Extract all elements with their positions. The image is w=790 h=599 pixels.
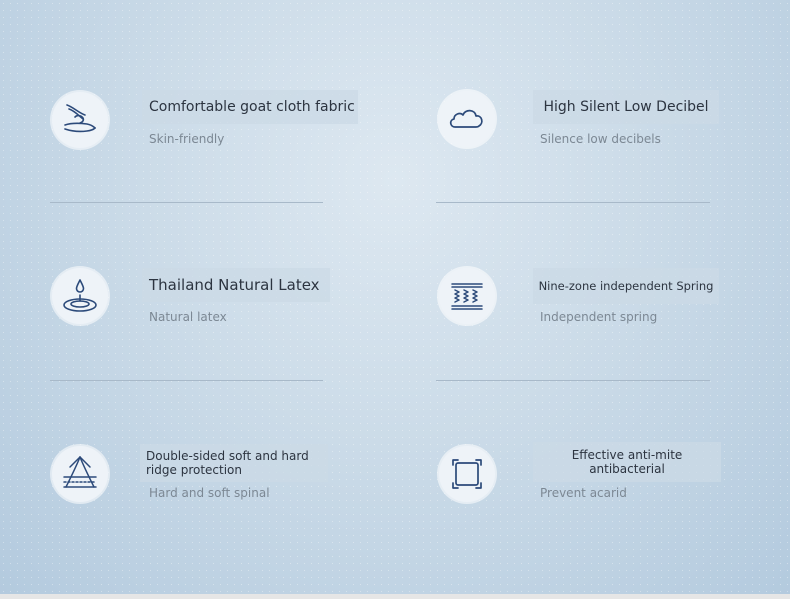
cloud-icon xyxy=(439,91,495,147)
feature-title-text: Effective anti-mite antibacterial xyxy=(571,448,683,476)
feature-subtitle: Skin-friendly xyxy=(149,132,225,146)
feature-title: High Silent Low Decibel xyxy=(533,90,719,124)
feature-title: Effective anti-mite antibacterial xyxy=(533,442,721,482)
feature-subtitle: Natural latex xyxy=(149,310,227,324)
feature-title-text: Nine-zone independent Spring xyxy=(538,279,714,293)
spinal-arrow-icon xyxy=(52,446,108,502)
divider xyxy=(50,380,323,381)
divider xyxy=(50,202,323,203)
feature-title: Double-sided soft and hard ridge protect… xyxy=(140,444,328,482)
feature-title-text: High Silent Low Decibel xyxy=(543,99,709,115)
feature-subtitle: Prevent acarid xyxy=(540,486,627,500)
bottom-strip xyxy=(0,594,790,599)
divider xyxy=(436,202,710,203)
feature-title-text: Thailand Natural Latex xyxy=(149,276,320,294)
latex-drop-icon xyxy=(52,268,108,324)
anti-mite-frame-icon xyxy=(439,446,495,502)
spring-icon xyxy=(439,268,495,324)
feature-title: Comfortable goat cloth fabric xyxy=(142,90,358,124)
feature-subtitle: Hard and soft spinal xyxy=(149,486,270,500)
feature-title: Nine-zone independent Spring xyxy=(533,268,719,304)
feature-subtitle: Independent spring xyxy=(540,310,658,324)
hand-fabric-icon xyxy=(52,92,108,148)
feature-title: Thailand Natural Latex xyxy=(142,268,330,302)
feature-subtitle: Silence low decibels xyxy=(540,132,661,146)
feature-title-text: Comfortable goat cloth fabric xyxy=(149,99,355,115)
feature-title-text: Double-sided soft and hard ridge protect… xyxy=(146,449,309,477)
divider xyxy=(436,380,710,381)
